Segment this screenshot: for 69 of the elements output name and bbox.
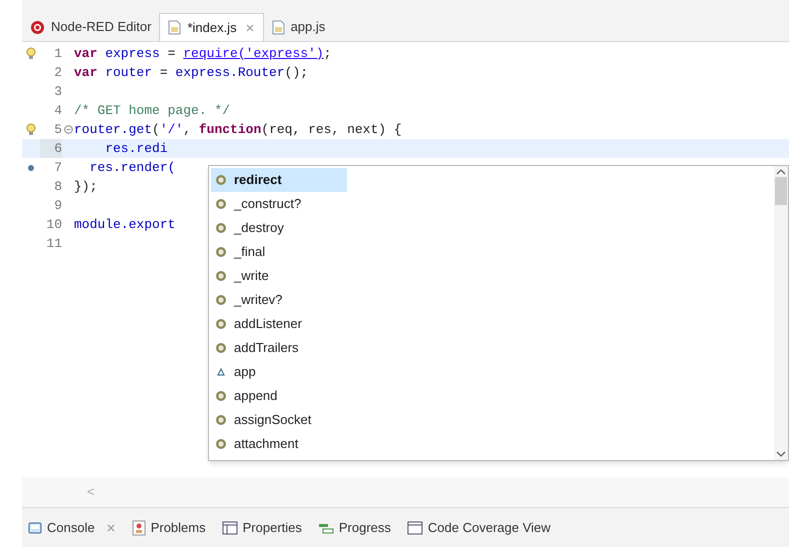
code-text: router.get('/', function(req, res, next) { — [74, 120, 402, 139]
scrollbar[interactable] — [774, 166, 788, 460]
method-icon — [215, 174, 227, 186]
line-number: 6 — [40, 138, 62, 158]
window-icon — [406, 520, 423, 534]
line-number: 9 — [53, 196, 62, 215]
completion-item[interactable]: attachment — [211, 432, 347, 456]
method-icon — [215, 318, 227, 330]
problems-icon — [132, 520, 146, 536]
properties-icon — [222, 520, 238, 534]
code-text: var router = express.Router(); — [74, 64, 308, 82]
code-text: /* GET home page. */ — [74, 102, 230, 120]
completion-item[interactable]: addTrailers — [211, 336, 347, 360]
completion-item[interactable]: redirect — [211, 168, 347, 192]
method-icon — [215, 222, 227, 234]
method-icon — [215, 414, 227, 426]
method-icon — [215, 246, 227, 258]
method-icon — [215, 342, 227, 354]
completion-item[interactable]: app — [211, 360, 347, 384]
progress-icon — [318, 522, 334, 534]
completion-item[interactable]: assignSocket — [211, 408, 347, 432]
view-tab[interactable]: Console — [28, 518, 116, 538]
record-icon — [30, 20, 45, 34]
scroll-down-icon[interactable] — [776, 451, 786, 458]
line-number: 3 — [53, 82, 62, 101]
lightbulb-icon — [26, 47, 36, 60]
editor-tab[interactable]: app.js — [264, 13, 334, 41]
method-icon — [215, 390, 227, 402]
completion-item[interactable]: addListener — [211, 312, 347, 336]
line-number: 7 — [53, 158, 62, 177]
line-number: 5 — [53, 120, 62, 139]
file-icon — [168, 20, 182, 35]
lightbulb-icon — [26, 123, 36, 136]
line-number: 10 — [45, 216, 62, 234]
code-text: module.export — [74, 216, 176, 234]
code-text: res.render( — [88, 158, 176, 177]
completion-item[interactable]: _construct? — [211, 192, 347, 216]
editor-tab[interactable]: Node-RED Editor — [22, 13, 160, 41]
line-number: 2 — [53, 64, 62, 82]
fold-toggle-icon[interactable] — [64, 125, 72, 134]
view-tab[interactable]: Progress — [318, 518, 391, 538]
file-icon — [272, 20, 285, 34]
code-text: var express = require('express'); — [74, 44, 332, 63]
scroll-thumb[interactable] — [775, 177, 787, 205]
line-number: 11 — [45, 234, 62, 253]
code-text: res.redi — [104, 140, 168, 158]
completion-item[interactable]: append — [211, 384, 347, 408]
view-tab[interactable]: Problems — [132, 518, 206, 538]
method-icon — [215, 198, 227, 210]
line-number: 4 — [53, 102, 62, 120]
triangle-icon — [215, 366, 227, 378]
editor-tab[interactable]: *index.js — [159, 13, 264, 41]
completion-item[interactable]: _writev? — [211, 288, 347, 312]
close-icon[interactable] — [106, 522, 116, 532]
line-number: 8 — [53, 178, 62, 196]
scroll-up-icon[interactable] — [776, 168, 786, 175]
breakpoint-icon[interactable] — [27, 164, 35, 172]
method-icon — [215, 270, 227, 282]
method-icon — [215, 294, 227, 306]
completion-item[interactable]: _write — [211, 264, 347, 288]
view-tab[interactable]: Code Coverage View — [406, 518, 551, 538]
view-tab[interactable]: Properties — [222, 518, 302, 538]
method-icon — [215, 438, 227, 450]
console-icon — [28, 520, 42, 534]
completion-item[interactable]: _final — [211, 240, 347, 264]
code-text: }); — [74, 178, 98, 196]
close-icon[interactable] — [244, 22, 255, 32]
line-number: 1 — [53, 44, 62, 63]
completion-item[interactable]: _destroy — [211, 216, 347, 240]
